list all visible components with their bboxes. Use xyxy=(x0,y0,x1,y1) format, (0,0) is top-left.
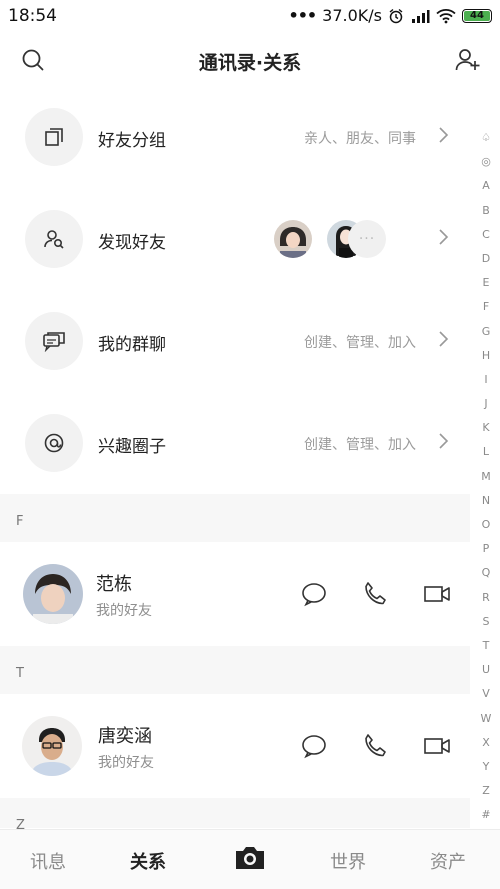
feature-subtitle: 亲人、朋友、同事 xyxy=(304,131,416,147)
chevron-right-icon xyxy=(439,331,449,347)
contact-relation: 我的好友 xyxy=(96,603,152,619)
contact-name: 唐奕涵 xyxy=(98,726,152,747)
avatar[interactable] xyxy=(22,716,82,776)
feature-interest-circles[interactable]: 兴趣圈子 创建、管理、加入 xyxy=(0,392,470,494)
section-header: F xyxy=(0,494,470,542)
alphabet-index-letter[interactable]: V xyxy=(482,682,490,706)
bottom-navigation: 讯息 关系 世界 资产 xyxy=(0,829,500,889)
avatar[interactable] xyxy=(23,564,83,624)
message-icon[interactable] xyxy=(300,732,328,760)
add-friend-icon[interactable] xyxy=(454,46,482,74)
feature-discover-friends[interactable]: 发现好友 ··· xyxy=(0,188,470,290)
alphabet-index-letter[interactable]: W xyxy=(481,707,492,731)
alphabet-index-letter[interactable]: G xyxy=(482,320,491,344)
alphabet-index-letter[interactable]: R xyxy=(482,586,490,610)
alphabet-index-letter[interactable]: S xyxy=(483,610,490,634)
alphabet-index-letter[interactable]: ◎ xyxy=(481,150,491,174)
alphabet-index-letter[interactable]: H xyxy=(482,344,490,368)
alphabet-index-letter[interactable]: E xyxy=(483,271,490,295)
alphabet-index-letter[interactable]: U xyxy=(482,658,490,682)
network-speed: 37.0K/s xyxy=(322,6,382,25)
contact-name: 范栋 xyxy=(96,574,132,595)
alphabet-index-letter[interactable]: C xyxy=(482,223,490,247)
nav-world[interactable]: 世界 xyxy=(330,848,366,874)
alarm-icon xyxy=(389,8,403,23)
alphabet-index-letter[interactable]: # xyxy=(481,803,490,827)
contact-row[interactable]: 范栋 我的好友 xyxy=(0,542,470,646)
chevron-right-icon xyxy=(439,433,449,449)
feature-label: 我的群聊 xyxy=(98,335,166,355)
nav-assets[interactable]: 资产 xyxy=(430,848,466,874)
alphabet-index-letter[interactable]: N xyxy=(482,489,490,513)
feature-label: 好友分组 xyxy=(98,131,166,151)
discover-friends-icon xyxy=(25,210,83,268)
page-title: 通讯录·关系 xyxy=(198,52,302,74)
feature-friend-groups[interactable]: 好友分组 亲人、朋友、同事 xyxy=(0,86,470,188)
section-letter: F xyxy=(16,514,24,529)
alphabet-index-letter[interactable]: J xyxy=(484,392,487,416)
feature-label: 兴趣圈子 xyxy=(98,437,166,457)
alphabet-index[interactable]: ♤ ◎ A B C D E F G H I J K L M N O P Q R S T U V W X Y Z # xyxy=(478,126,494,827)
phone-icon[interactable] xyxy=(361,732,389,760)
group-chat-icon xyxy=(25,312,83,370)
wifi-icon xyxy=(436,8,456,23)
interest-circle-icon xyxy=(25,414,83,472)
alphabet-index-letter[interactable]: Z xyxy=(482,779,490,803)
feature-my-group-chats[interactable]: 我的群聊 创建、管理、加入 xyxy=(0,290,470,392)
app-header: 通讯录·关系 xyxy=(0,36,500,82)
alphabet-index-letter[interactable]: F xyxy=(483,295,489,319)
chevron-right-icon xyxy=(439,229,449,245)
alphabet-index-letter[interactable]: K xyxy=(482,416,489,440)
video-call-icon[interactable] xyxy=(423,580,451,608)
feature-subtitle: 创建、管理、加入 xyxy=(304,335,416,351)
status-time: 18:54 xyxy=(8,6,57,26)
avatar[interactable] xyxy=(274,220,312,258)
more-friends-button[interactable]: ··· xyxy=(348,220,386,258)
alphabet-index-letter[interactable]: ♤ xyxy=(481,126,491,150)
nav-relations[interactable]: 关系 xyxy=(130,848,166,874)
feature-label: 发现好友 xyxy=(98,233,166,253)
section-letter: T xyxy=(16,666,24,681)
alphabet-index-letter[interactable]: I xyxy=(484,368,487,392)
status-bar: 18:54 ••• 37.0K/s 44 xyxy=(0,0,500,32)
contact-row[interactable]: 唐奕涵 我的好友 xyxy=(0,694,470,798)
phone-icon[interactable] xyxy=(361,580,389,608)
section-header: T xyxy=(0,646,470,694)
alphabet-index-letter[interactable]: B xyxy=(482,199,490,223)
battery-icon: 44 xyxy=(462,8,492,23)
video-call-icon[interactable] xyxy=(423,732,451,760)
status-indicators: ••• 37.0K/s 44 xyxy=(288,6,492,25)
feature-subtitle: 创建、管理、加入 xyxy=(304,437,416,453)
alphabet-index-letter[interactable]: M xyxy=(481,465,491,489)
alphabet-index-letter[interactable]: T xyxy=(483,634,490,658)
alphabet-index-letter[interactable]: A xyxy=(482,174,490,198)
notification-dots: ••• xyxy=(288,6,317,25)
chevron-right-icon xyxy=(439,127,449,143)
battery-level: 44 xyxy=(464,10,490,21)
nav-messages[interactable]: 讯息 xyxy=(30,848,66,874)
alphabet-index-letter[interactable]: O xyxy=(482,513,491,537)
alphabet-index-letter[interactable]: Y xyxy=(483,755,490,779)
signal-icon xyxy=(412,9,430,23)
contact-relation: 我的好友 xyxy=(98,755,154,771)
alphabet-index-letter[interactable]: P xyxy=(483,537,490,561)
alphabet-index-letter[interactable]: L xyxy=(483,440,489,464)
alphabet-index-letter[interactable]: D xyxy=(482,247,490,271)
alphabet-index-letter[interactable]: Q xyxy=(482,561,491,585)
section-header xyxy=(0,798,470,828)
alphabet-index-letter[interactable]: X xyxy=(482,731,490,755)
group-icon xyxy=(25,108,83,166)
message-icon[interactable] xyxy=(300,580,328,608)
camera-icon[interactable] xyxy=(233,844,267,872)
